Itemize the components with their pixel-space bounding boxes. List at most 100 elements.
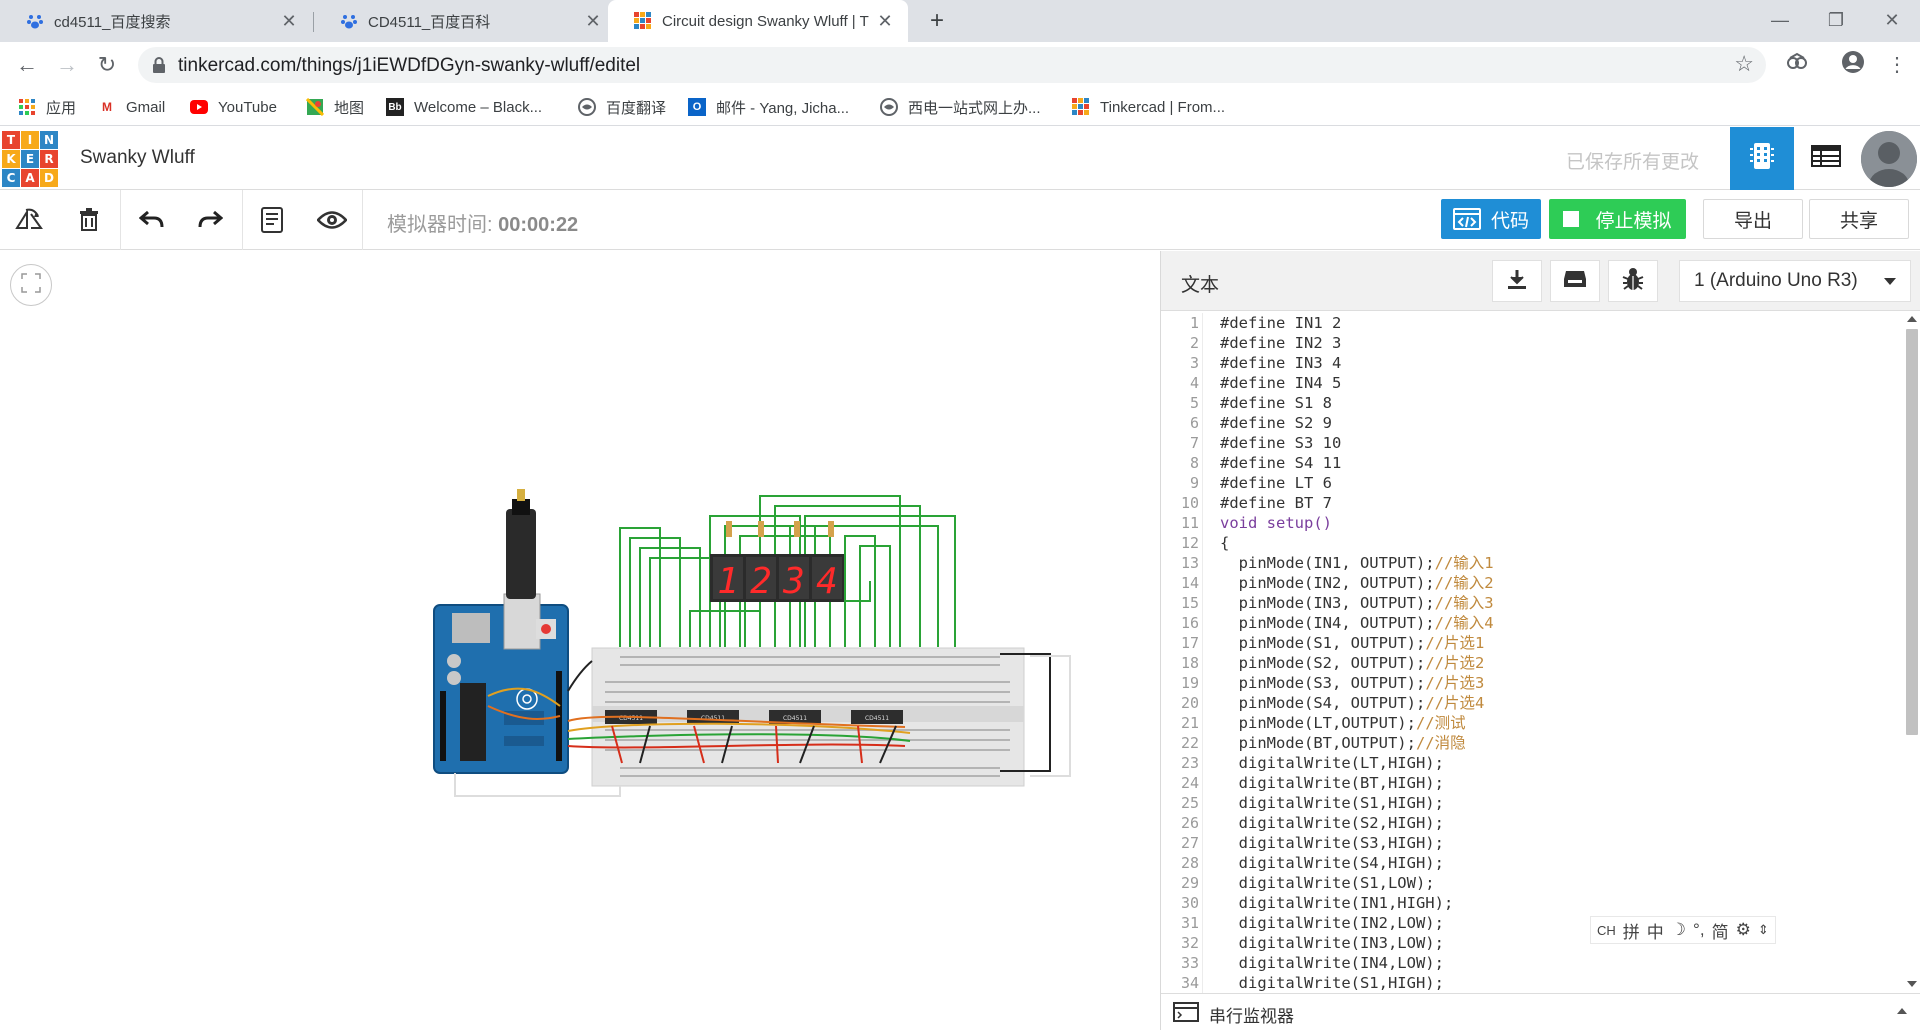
- code-line[interactable]: 1 #define IN1 2: [1161, 313, 1903, 333]
- arduino-uno-board[interactable]: [433, 489, 569, 774]
- redo-icon[interactable]: [194, 204, 226, 236]
- ime-simplified[interactable]: 简: [1712, 918, 1729, 943]
- rotate-icon[interactable]: [13, 204, 45, 236]
- code-line[interactable]: 24 digitalWrite(BT,HIGH);: [1161, 773, 1903, 793]
- export-button[interactable]: 导出: [1703, 199, 1803, 239]
- serial-monitor-bar[interactable]: 串行监视器: [1161, 993, 1920, 1030]
- code-line[interactable]: 21 pinMode(LT,OUTPUT);//测试: [1161, 713, 1903, 733]
- code-line[interactable]: 18 pinMode(S2, OUTPUT);//片选2: [1161, 653, 1903, 673]
- new-tab-button[interactable]: +: [922, 6, 952, 36]
- code-line[interactable]: 4 #define IN4 5: [1161, 373, 1903, 393]
- bookmark-gmail[interactable]: M Gmail: [98, 96, 165, 118]
- notes-icon[interactable]: [256, 204, 288, 236]
- scroll-down-arrow-icon[interactable]: [1907, 981, 1917, 987]
- code-line[interactable]: 6 #define S2 9: [1161, 413, 1903, 433]
- code-line[interactable]: 30 digitalWrite(IN1,HIGH);: [1161, 893, 1903, 913]
- ime-zhong[interactable]: 中: [1647, 918, 1664, 943]
- browser-tab-3-active[interactable]: Circuit design Swanky Wluff | T ✕: [608, 0, 908, 42]
- code-line[interactable]: 15 pinMode(IN3, OUTPUT);//输入3: [1161, 593, 1903, 613]
- ime-toolbar[interactable]: CH 拼 中 ☽ °, 简 ⚙ ⇕: [1590, 916, 1776, 944]
- code-line[interactable]: 3 #define IN3 4: [1161, 353, 1903, 373]
- code-line[interactable]: 2 #define IN2 3: [1161, 333, 1903, 353]
- close-tab-icon[interactable]: ✕: [874, 11, 896, 32]
- components-list-button[interactable]: [1794, 127, 1858, 190]
- extension-icon[interactable]: [1782, 50, 1812, 80]
- ime-more-icon[interactable]: ⇕: [1758, 922, 1769, 938]
- code-line[interactable]: 31 digitalWrite(IN2,LOW);: [1161, 913, 1903, 933]
- minimize-window-icon[interactable]: —: [1752, 0, 1808, 42]
- url-text[interactable]: tinkercad.com/things/j1iEWDfDGyn-swanky-…: [178, 55, 640, 77]
- code-line[interactable]: 13 pinMode(IN1, OUTPUT);//输入1: [1161, 553, 1903, 573]
- restore-window-icon[interactable]: ❐: [1808, 0, 1864, 42]
- code-line[interactable]: 9 #define LT 6: [1161, 473, 1903, 493]
- code-scrollbar[interactable]: [1903, 313, 1920, 993]
- circuit-drawing[interactable]: 1 2 3 4 CD4511 CD4511 CD4511 CD4511: [0, 251, 1160, 1030]
- code-line[interactable]: 11 void setup(): [1161, 513, 1903, 533]
- browser-menu-icon[interactable]: ⋮: [1882, 50, 1912, 80]
- code-line[interactable]: 22 pinMode(BT,OUTPUT);//消隐: [1161, 733, 1903, 753]
- code-line[interactable]: 16 pinMode(IN4, OUTPUT);//输入4: [1161, 613, 1903, 633]
- bookmark-youtube[interactable]: YouTube: [190, 96, 277, 118]
- code-line[interactable]: 28 digitalWrite(S4,HIGH);: [1161, 853, 1903, 873]
- code-line[interactable]: 26 digitalWrite(S2,HIGH);: [1161, 813, 1903, 833]
- code-line[interactable]: 20 pinMode(S4, OUTPUT);//片选4: [1161, 693, 1903, 713]
- design-name[interactable]: Swanky Wluff: [80, 147, 195, 169]
- code-line[interactable]: 5 #define S1 8: [1161, 393, 1903, 413]
- device-select[interactable]: 1 (Arduino Uno R3): [1679, 260, 1911, 302]
- ime-lang[interactable]: CH: [1597, 923, 1616, 938]
- bookmark-apps[interactable]: 应用: [18, 96, 76, 118]
- browser-tab-2[interactable]: CD4511_百度百科 ✕: [314, 0, 616, 42]
- code-editor[interactable]: 1 #define IN1 2 2 #define IN2 3 3 #define IN3…: [1161, 313, 1903, 993]
- scrollbar-thumb[interactable]: [1906, 329, 1918, 735]
- code-line[interactable]: 19 pinMode(S3, OUTPUT);//片选3: [1161, 673, 1903, 693]
- url-omnibox[interactable]: tinkercad.com/things/j1iEWDfDGyn-swanky-…: [138, 47, 1766, 83]
- code-line[interactable]: 27 digitalWrite(S3,HIGH);: [1161, 833, 1903, 853]
- eye-visibility-icon[interactable]: [316, 204, 348, 236]
- close-tab-icon[interactable]: ✕: [278, 11, 300, 32]
- undo-icon[interactable]: [136, 204, 168, 236]
- code-line[interactable]: 8 #define S4 11: [1161, 453, 1903, 473]
- code-line[interactable]: 33 digitalWrite(IN4,LOW);: [1161, 953, 1903, 973]
- debugger-button[interactable]: [1608, 260, 1658, 302]
- browser-tab-1[interactable]: cd4511_百度搜索 ✕: [0, 0, 312, 42]
- profile-icon[interactable]: [1838, 50, 1868, 80]
- code-line[interactable]: 34 digitalWrite(S1,HIGH);: [1161, 973, 1903, 993]
- bookmark-outlook[interactable]: O 邮件 - Yang, Jicha...: [688, 96, 849, 118]
- forward-arrow-icon[interactable]: →: [52, 50, 82, 80]
- bookmark-maps[interactable]: 地图: [306, 96, 364, 118]
- moon-icon[interactable]: ☽: [1671, 920, 1686, 940]
- bookmark-blackboard[interactable]: Bb Welcome – Black...: [386, 96, 542, 118]
- bookmark-baidu-translate[interactable]: 百度翻译: [578, 96, 666, 118]
- circuit-canvas[interactable]: 1 2 3 4 CD4511 CD4511 CD4511 CD4511: [0, 251, 1160, 1030]
- code-line[interactable]: 12 {: [1161, 533, 1903, 553]
- code-line[interactable]: 32 digitalWrite(IN3,LOW);: [1161, 933, 1903, 953]
- circuit-view-button[interactable]: [1730, 127, 1794, 190]
- user-avatar[interactable]: [1861, 131, 1917, 187]
- libraries-button[interactable]: [1550, 260, 1600, 302]
- download-code-button[interactable]: [1492, 260, 1542, 302]
- gear-icon[interactable]: ⚙: [1736, 920, 1751, 940]
- code-mode-select[interactable]: 文本: [1181, 270, 1219, 297]
- stop-simulation-button[interactable]: 停止模拟: [1549, 199, 1686, 239]
- back-arrow-icon[interactable]: ←: [12, 50, 42, 80]
- chevron-up-icon[interactable]: [1897, 1008, 1907, 1014]
- bookmark-tinkercad[interactable]: Tinkercad | From...: [1072, 96, 1225, 118]
- share-button[interactable]: 共享: [1809, 199, 1909, 239]
- code-line[interactable]: 25 digitalWrite(S1,HIGH);: [1161, 793, 1903, 813]
- seven-segment-display[interactable]: 1 2 3 4: [710, 554, 844, 602]
- reload-icon[interactable]: ↻: [92, 50, 122, 80]
- code-line[interactable]: 17 pinMode(S1, OUTPUT);//片选1: [1161, 633, 1903, 653]
- code-line[interactable]: 10 #define BT 7: [1161, 493, 1903, 513]
- trash-icon[interactable]: [73, 204, 105, 236]
- ime-pinyin[interactable]: 拼: [1623, 918, 1640, 943]
- code-line[interactable]: 7 #define S3 10: [1161, 433, 1903, 453]
- close-window-icon[interactable]: ✕: [1864, 0, 1920, 42]
- bookmark-star-icon[interactable]: ☆: [1734, 51, 1754, 77]
- scroll-up-arrow-icon[interactable]: [1907, 316, 1917, 322]
- code-line[interactable]: 29 digitalWrite(S1,LOW);: [1161, 873, 1903, 893]
- bookmark-xidian[interactable]: 西电一站式网上办...: [880, 96, 1041, 118]
- punctuation-icon[interactable]: °,: [1693, 920, 1705, 940]
- code-button[interactable]: 代码: [1441, 199, 1541, 239]
- tinkercad-logo[interactable]: T I N K E R C A D: [2, 131, 58, 187]
- code-line[interactable]: 14 pinMode(IN2, OUTPUT);//输入2: [1161, 573, 1903, 593]
